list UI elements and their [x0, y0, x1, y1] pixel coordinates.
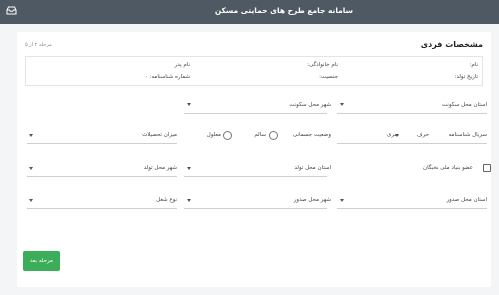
- issue-city-label: شهر محل صدور: [293, 197, 331, 203]
- chevron-down-icon: [340, 103, 344, 106]
- chevron-down-icon: [395, 134, 399, 137]
- inbox-icon[interactable]: [6, 6, 17, 15]
- elite-member-label: عضو بنیاد ملی نخبگان: [423, 165, 473, 171]
- chevron-down-icon: [29, 134, 33, 137]
- form-card: مشخصات فردی مرحله ۲ از ۵ نام: تاریخ تولد…: [17, 32, 491, 287]
- chevron-down-icon: [29, 167, 33, 170]
- healthy-radio[interactable]: [269, 131, 278, 140]
- education-label: میزان تحصیلات: [142, 132, 177, 138]
- physical-status-label: وضعیت جسمانی: [292, 132, 331, 138]
- job-type-label: نوع شغل: [156, 197, 177, 203]
- top-bar: سامانه جامع طرح های حمایتی مسکن: [0, 0, 499, 24]
- residence-city-label: شهر محل سکونت: [289, 102, 331, 108]
- gender-label: جنسیت:: [319, 74, 338, 80]
- app-title: سامانه جامع طرح های حمایتی مسکن: [214, 6, 353, 15]
- father-name-label: نام پدر: [174, 62, 190, 68]
- disabled-radio[interactable]: [223, 131, 232, 140]
- residence-province-label: استان محل سکونت: [441, 102, 487, 108]
- next-step-button[interactable]: مرحله بعد: [23, 251, 60, 271]
- elite-member-checkbox[interactable]: [483, 164, 491, 172]
- step-indicator: مرحله ۲ از ۵: [25, 42, 52, 48]
- birth-city-label: شهر محل تولد: [143, 165, 177, 171]
- chevron-down-icon: [187, 167, 191, 170]
- family-name-label: نام خانوادگی:: [307, 62, 338, 68]
- disabled-label: معلول: [206, 132, 221, 138]
- id-serial-input[interactable]: [337, 143, 487, 144]
- birth-province-label: استان محل تولد: [294, 165, 331, 171]
- chevron-down-icon: [187, 103, 191, 106]
- id-serial-label: سریال شناسنامه: [448, 132, 487, 138]
- chevron-down-icon: [187, 199, 191, 202]
- chevron-down-icon: [340, 199, 344, 202]
- healthy-label: سالم: [254, 132, 266, 138]
- issue-province-label: استان محل صدور: [446, 197, 487, 203]
- personal-info-box: نام: تاریخ تولد: نام خانوادگی: جنسیت: نا…: [25, 56, 483, 86]
- chevron-down-icon: [29, 199, 33, 202]
- name-label: نام:: [469, 62, 478, 68]
- birth-date-label: تاریخ تولد:: [454, 74, 478, 80]
- id-number-label: شماره شناسنامه: ۰: [144, 74, 190, 80]
- letter-label: حرف: [416, 132, 429, 138]
- section-title: مشخصات فردی: [420, 40, 483, 49]
